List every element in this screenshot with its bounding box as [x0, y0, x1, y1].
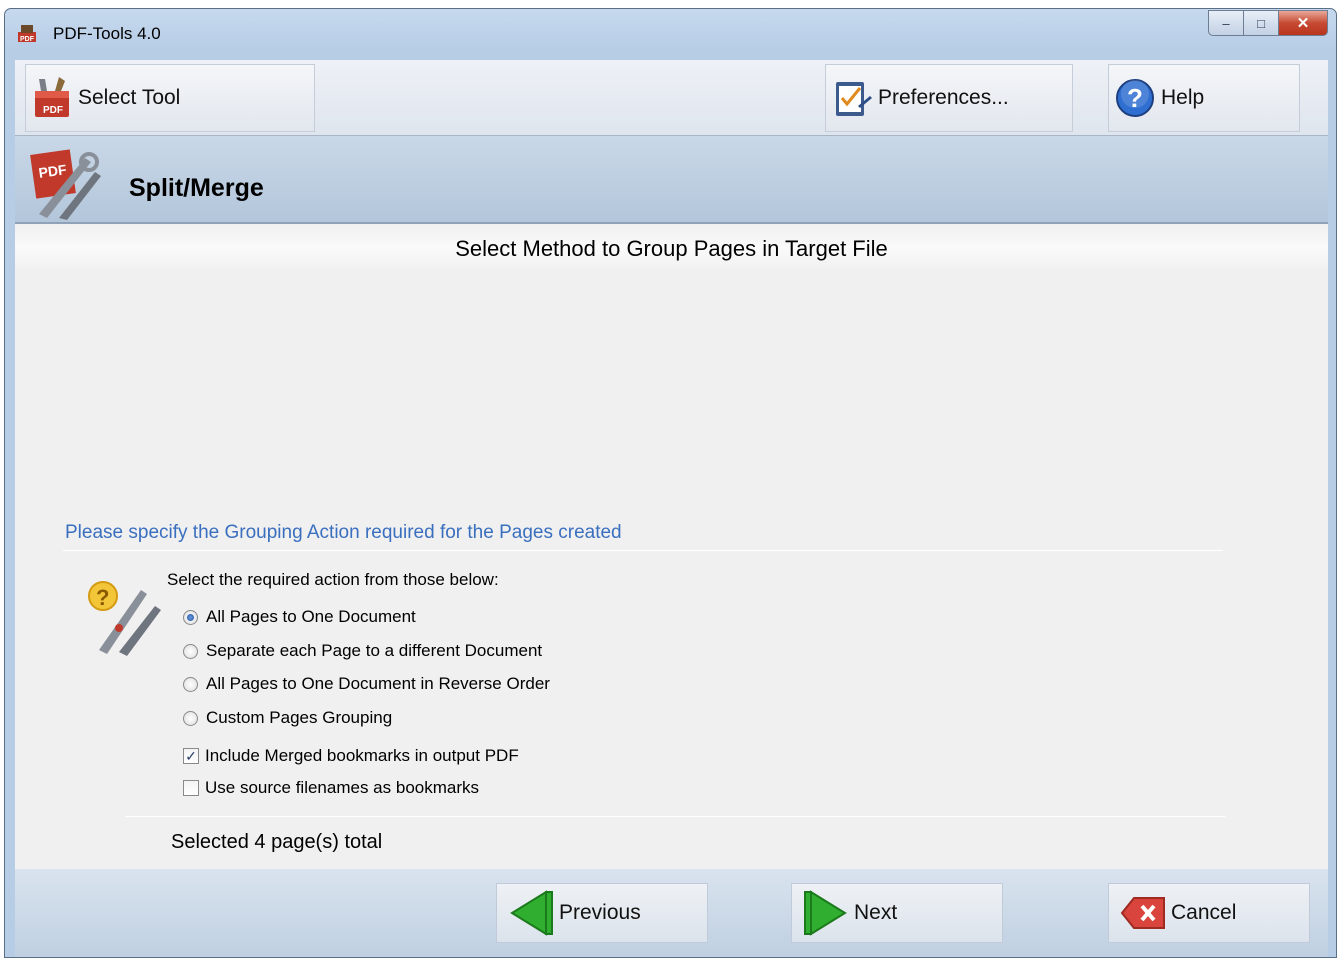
close-button[interactable]: ✕ — [1278, 10, 1328, 36]
radio-reverse-order[interactable]: All Pages to One Document in Reverse Ord… — [183, 674, 550, 694]
next-label: Next — [854, 901, 898, 924]
radio-label: All Pages to One Document in Reverse Ord… — [206, 674, 550, 693]
minimize-button[interactable]: ‒ — [1208, 10, 1243, 36]
checkbox-use-source-filenames[interactable]: Use source filenames as bookmarks — [183, 778, 479, 798]
section-divider — [63, 550, 1223, 551]
window-title: PDF-Tools 4.0 — [53, 24, 161, 43]
preferences-checklist-icon — [826, 72, 878, 124]
cancel-label: Cancel — [1171, 901, 1237, 924]
split-merge-tool-icon: PDF — [30, 149, 101, 220]
arrow-right-icon — [798, 885, 854, 941]
help-label: Help — [1161, 86, 1205, 109]
grouping-instruction: Select the required action from those be… — [167, 570, 499, 589]
radio-button[interactable] — [183, 710, 198, 726]
checkbox-unchecked[interactable] — [183, 780, 199, 796]
main-content: Select Method to Group Pages in Target F… — [15, 224, 1328, 869]
content-divider — [125, 816, 1225, 817]
previous-button[interactable]: Previous — [496, 883, 708, 943]
question-tools-icon: ? — [88, 581, 161, 656]
help-button[interactable]: ? Help — [1108, 64, 1300, 132]
cancel-x-icon — [1115, 885, 1171, 941]
radio-custom-grouping[interactable]: Custom Pages Grouping — [183, 708, 392, 728]
tool-header: PDF Split/Merge — [15, 136, 1328, 224]
checkbox-checked[interactable]: ✓ — [183, 748, 199, 764]
svg-text:PDF: PDF — [43, 105, 63, 116]
radio-button-selected[interactable] — [183, 609, 198, 625]
preferences-button[interactable]: Preferences... — [825, 64, 1073, 132]
svg-text:?: ? — [1127, 83, 1143, 113]
window-controls: ‒ □ ✕ — [1208, 10, 1328, 36]
checkbox-label: Include Merged bookmarks in output PDF — [205, 746, 519, 765]
radio-label: Separate each Page to a different Docume… — [206, 641, 543, 660]
maximize-button[interactable]: □ — [1243, 10, 1278, 36]
close-icon: ✕ — [1296, 15, 1310, 32]
minimize-icon: ‒ — [1222, 15, 1230, 31]
select-tool-label: Select Tool — [78, 86, 181, 109]
radio-label: All Pages to One Document — [206, 607, 416, 626]
svg-text:PDF: PDF — [20, 36, 35, 43]
svg-text:?: ? — [96, 585, 109, 610]
radio-button[interactable] — [183, 643, 198, 659]
toolbar: PDF Select Tool Preferences... ? Help — [15, 60, 1328, 136]
radio-label: Custom Pages Grouping — [206, 708, 393, 727]
preferences-label: Preferences... — [878, 86, 1009, 109]
selected-pages-status: Selected 4 page(s) total — [171, 831, 383, 853]
app-window: PDF PDF-Tools 4.0 ‒ □ ✕ PDF Select Tool — [4, 8, 1337, 958]
app-icon: PDF — [18, 25, 36, 43]
cancel-button[interactable]: Cancel — [1108, 883, 1310, 943]
radio-button[interactable] — [183, 676, 198, 692]
arrow-left-icon — [503, 885, 559, 941]
radio-separate-each-page[interactable]: Separate each Page to a different Docume… — [183, 641, 542, 661]
previous-label: Previous — [559, 901, 641, 924]
help-question-icon: ? — [1109, 72, 1161, 124]
title-bar: PDF PDF-Tools 4.0 ‒ □ ✕ — [5, 9, 1336, 58]
checkbox-include-merged-bookmarks[interactable]: ✓ Include Merged bookmarks in output PDF — [183, 746, 519, 766]
tool-title: Split/Merge — [129, 174, 264, 202]
maximize-icon: □ — [1257, 15, 1265, 31]
step-title: Select Method to Group Pages in Target F… — [15, 224, 1328, 272]
select-tool-button[interactable]: PDF Select Tool — [25, 64, 315, 132]
toolbox-icon: PDF — [26, 72, 78, 124]
radio-all-pages-one-document[interactable]: All Pages to One Document — [183, 607, 416, 627]
next-button[interactable]: Next — [791, 883, 1003, 943]
checkbox-label: Use source filenames as bookmarks — [205, 778, 480, 797]
grouping-section-label: Please specify the Grouping Action requi… — [65, 522, 622, 543]
wizard-footer: Previous Next Cancel — [15, 869, 1328, 957]
